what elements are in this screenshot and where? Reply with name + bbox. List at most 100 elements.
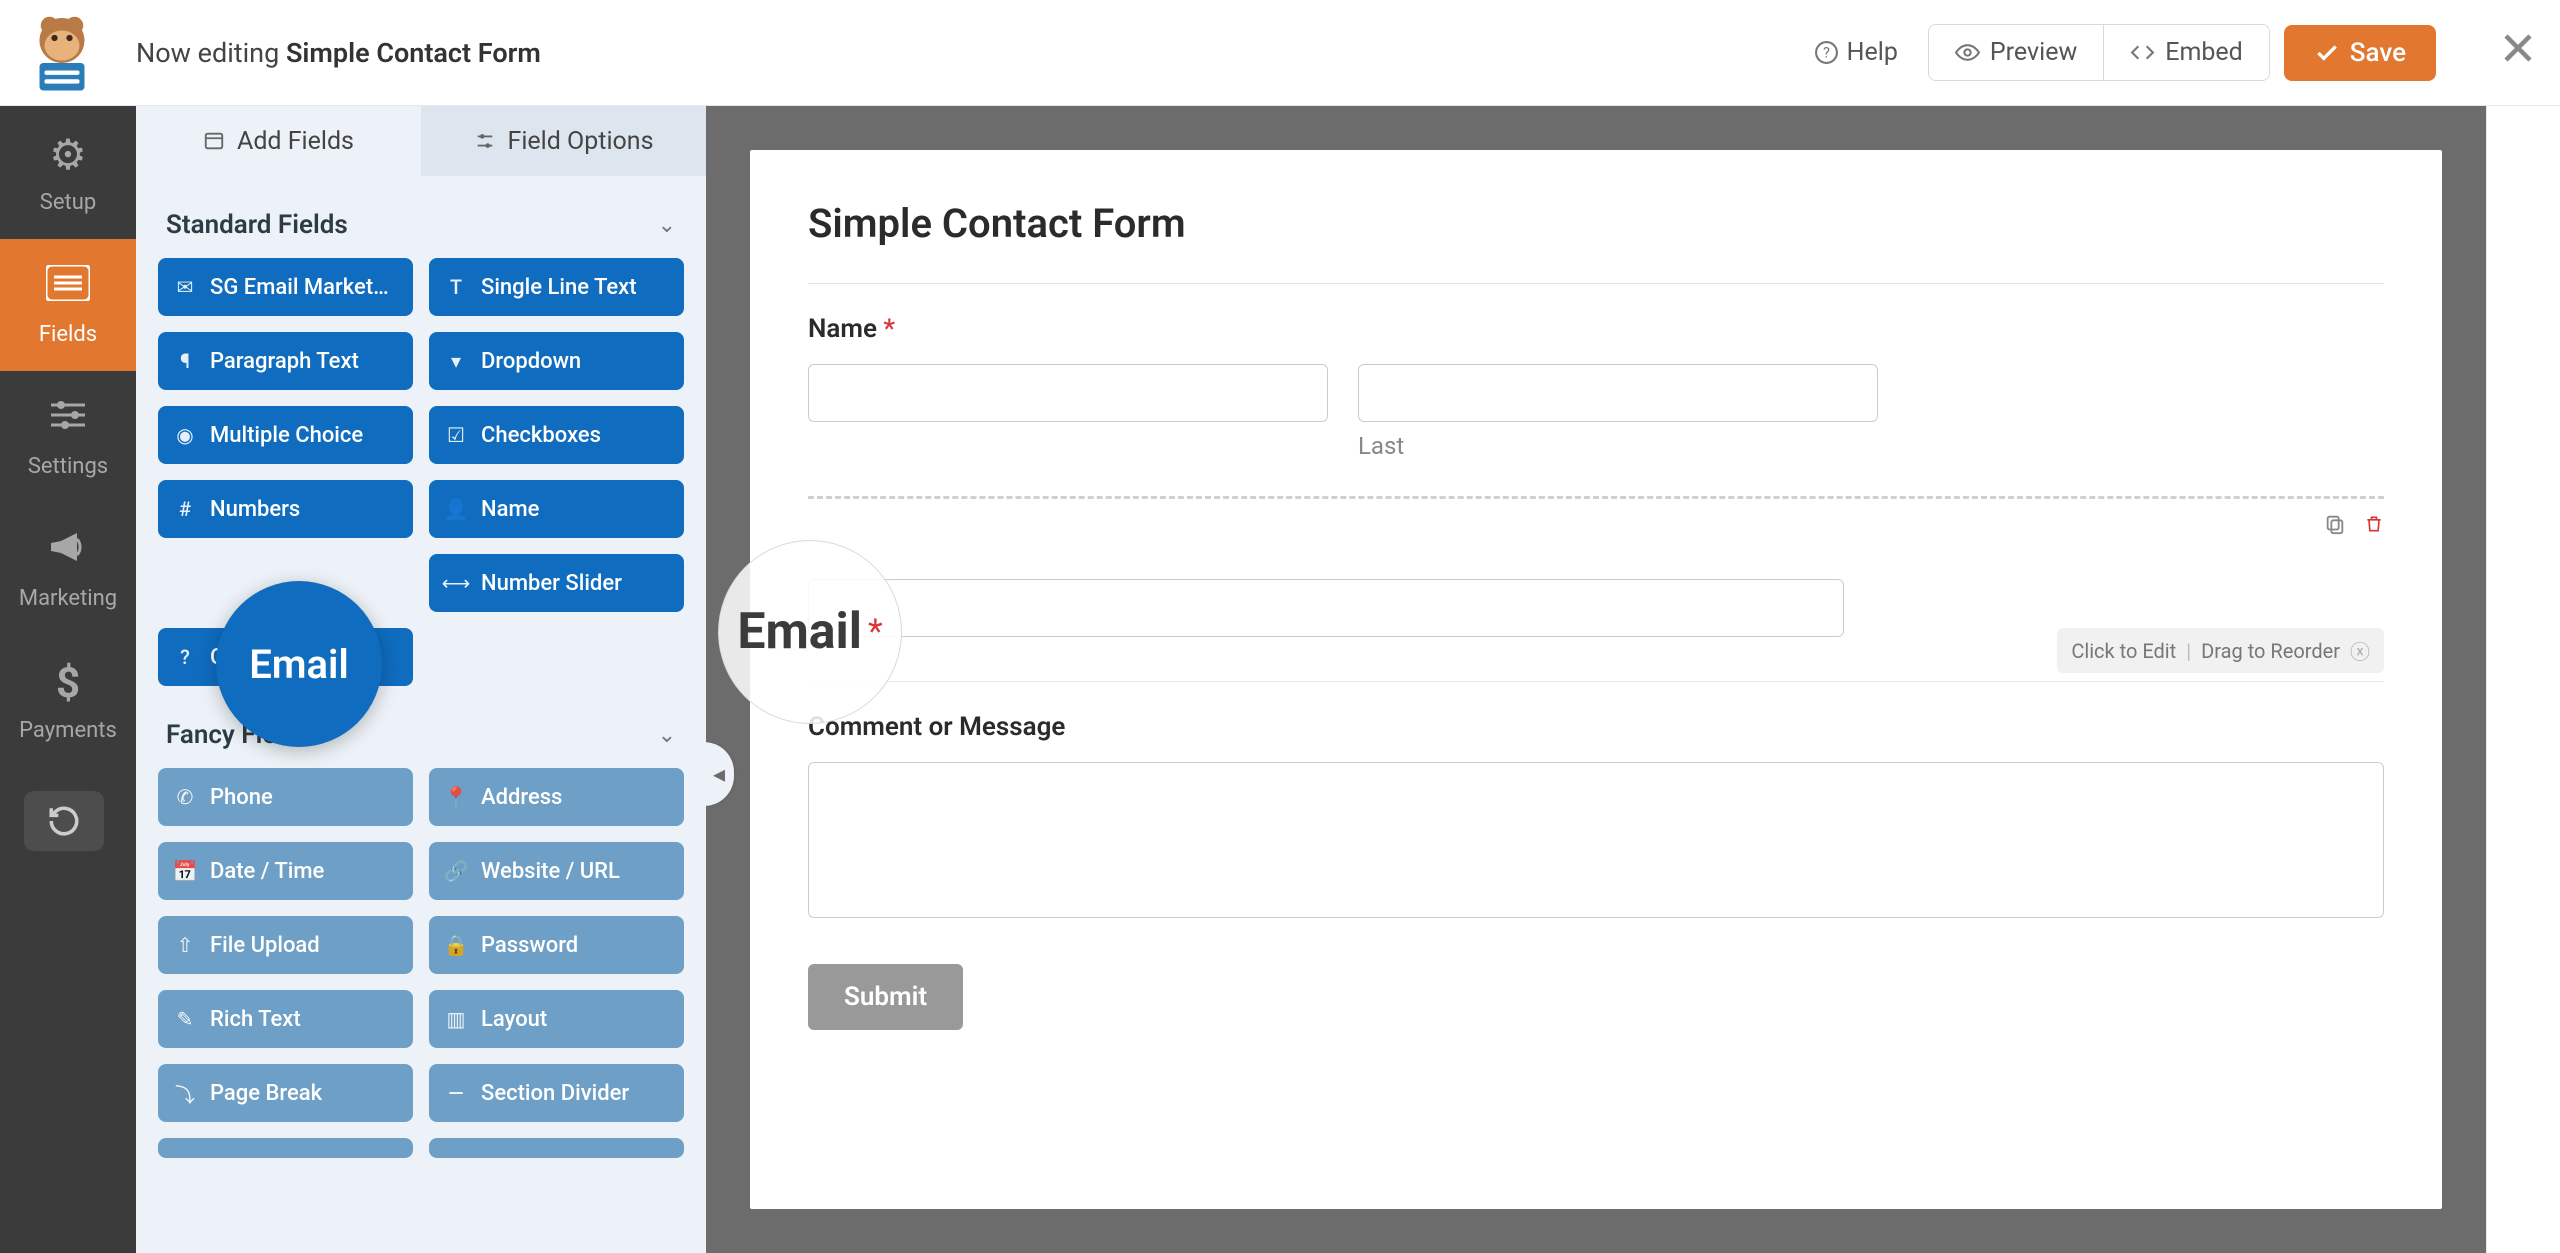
field-upload[interactable]: ⇧File Upload [158,916,413,974]
nav-payments[interactable]: $ Payments [0,635,136,767]
envelope-icon: ✉ [174,275,196,299]
lock-icon: 🔒 [445,933,467,957]
form-name: Simple Contact Form [286,37,541,69]
caret-square-icon: ▾ [445,349,467,373]
pin-icon: 📍 [445,785,467,809]
nav-rail: ⚙ Setup Fields Settings Marketing $ Paym… [0,106,136,1253]
divider-icon: — [445,1081,467,1105]
preview-button[interactable]: Preview [1929,25,2103,80]
nav-setup[interactable]: ⚙ Setup [0,106,136,239]
field-extra-2[interactable] [429,1138,684,1158]
link-icon: 🔗 [445,859,467,883]
nav-fields[interactable]: Fields [0,239,136,371]
last-sublabel: Last [1358,432,1878,460]
required-asterisk: * [883,314,895,344]
preview-label: Preview [1990,38,2077,67]
revision-button[interactable] [24,791,104,851]
checkbox-icon: ☑ [445,423,467,447]
field-dropdown[interactable]: ▾Dropdown [429,332,684,390]
pencil-icon: ✎ [174,1007,196,1031]
field-label: Rich Text [210,1007,301,1032]
field-checkboxes[interactable]: ☑Checkboxes [429,406,684,464]
field-label: File Upload [210,933,320,958]
right-gutter [2486,106,2560,1253]
collapse-panel-handle[interactable]: ◂ [706,742,734,806]
field-paragraph[interactable]: ¶Paragraph Text [158,332,413,390]
hint-click: Click to Edit [2071,639,2176,663]
section-standard-head[interactable]: Standard Fields ⌄ [158,176,684,258]
field-row-email-selected[interactable]: Email * Click to Edit | Drag to Reorder … [808,496,2384,682]
canvas: ◂ Email * Simple Contact Form Name * Las… [706,106,2486,1253]
tab-field-options[interactable]: Field Options [421,106,706,176]
field-numbers[interactable]: #Numbers [158,480,413,538]
nav-marketing[interactable]: Marketing [0,503,136,635]
field-label: Address [481,785,562,810]
field-label: Single Line Text [481,275,637,300]
fancy-fields-grid: ✆Phone 📍 Address 📅Date / Time 🔗Website / … [158,768,684,1158]
ghost-label: Email [737,603,862,661]
now-editing-prefix: Now editing [136,37,286,69]
tab-add-fields[interactable]: Add Fields [136,106,421,176]
tab-options-label: Field Options [508,127,654,156]
nav-settings-label: Settings [28,454,108,479]
last-name-input[interactable] [1358,364,1878,422]
top-actions: ? Help Preview Embed Save [1798,24,2536,81]
field-row-name[interactable]: Name * Last [808,284,2384,490]
field-password[interactable]: 🔒 Password [429,916,684,974]
comment-textarea[interactable] [808,762,2384,918]
bullhorn-icon [47,527,89,576]
question-icon: ? [174,645,196,669]
name-label: Name * [808,314,2384,344]
field-section-divider[interactable]: — Section Divider [429,1064,684,1122]
sliders-small-icon [474,130,496,152]
preview-embed-segment: Preview Embed [1928,24,2270,81]
embed-button[interactable]: Embed [2103,25,2269,80]
help-label: Help [1847,38,1898,67]
code-icon [2130,40,2155,65]
calendar-icon: 📅 [174,859,196,883]
field-address[interactable]: 📍 Address [429,768,684,826]
field-richtext[interactable]: ✎ Rich Text [158,990,413,1048]
field-phone[interactable]: ✆Phone [158,768,413,826]
form-title[interactable]: Simple Contact Form [808,190,2384,283]
dollar-icon: $ [56,659,80,708]
nav-settings[interactable]: Settings [0,371,136,503]
body: ⚙ Setup Fields Settings Marketing $ Paym… [0,106,2560,1253]
eye-icon [1955,40,1980,65]
field-label: Page Break [210,1081,322,1106]
ghost-asterisk: * [868,612,883,652]
panel-tabs: Add Fields Field Options [136,106,706,176]
field-label: Password [481,933,578,958]
field-number-slider[interactable]: ⟷ Number Slider [429,554,684,612]
field-row-comment[interactable]: Comment or Message [808,682,2384,948]
field-name[interactable]: 👤Name [429,480,684,538]
field-label: Section Divider [481,1081,629,1106]
field-multiple-choice[interactable]: ◉Multiple Choice [158,406,413,464]
close-button[interactable] [2500,29,2536,76]
field-label: Number Slider [481,571,622,596]
nav-payments-label: Payments [19,718,117,743]
row-hint: Click to Edit | Drag to Reorder ⓧ [2057,628,2384,673]
text-icon: T [445,275,467,299]
save-button[interactable]: Save [2284,25,2436,81]
nav-fields-label: Fields [39,322,97,347]
panel-scroll[interactable]: Standard Fields ⌄ ✉SG Email Market… T Sin… [136,176,706,1253]
email-input[interactable] [808,579,1844,637]
field-datetime[interactable]: 📅Date / Time [158,842,413,900]
first-name-input[interactable] [808,364,1328,422]
slider-icon: ⟷ [445,571,467,595]
field-single-line[interactable]: T Single Line Text [429,258,684,316]
window-icon [203,130,225,152]
drag-bubble-email[interactable]: Email [216,581,382,747]
field-extra-1[interactable] [158,1138,413,1158]
field-sg-email[interactable]: ✉SG Email Market… [158,258,413,316]
paragraph-icon: ¶ [174,349,196,373]
chevron-down-icon: ⌄ [658,213,676,238]
submit-button[interactable]: Submit [808,964,963,1030]
hint-close[interactable]: ⓧ [2350,636,2370,665]
field-url[interactable]: 🔗Website / URL [429,842,684,900]
help-link[interactable]: ? Help [1798,28,1914,77]
field-pagebreak[interactable]: ⤵Page Break [158,1064,413,1122]
comment-label: Comment or Message [808,712,2384,742]
field-layout[interactable]: ▥Layout [429,990,684,1048]
